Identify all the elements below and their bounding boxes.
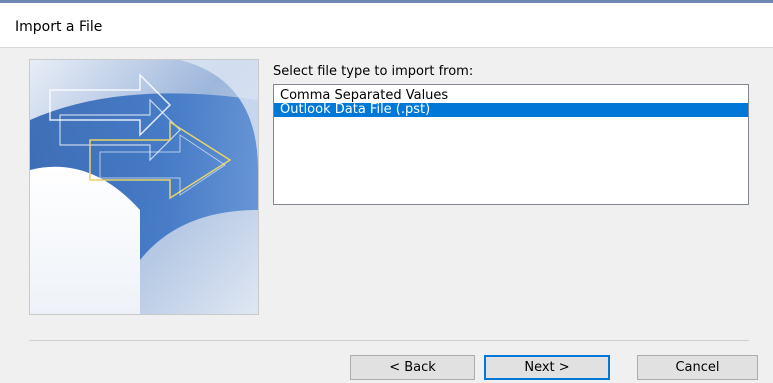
dialog-title: Import a File: [15, 19, 103, 35]
next-button[interactable]: Next >: [484, 355, 610, 380]
file-type-listbox[interactable]: Comma Separated Values Outlook Data File…: [273, 84, 749, 205]
file-type-prompt: Select file type to import from:: [273, 64, 474, 79]
wizard-arrows-icon: [30, 60, 258, 314]
list-item-csv[interactable]: Comma Separated Values: [274, 89, 748, 103]
list-item-pst[interactable]: Outlook Data File (.pst): [274, 103, 748, 117]
footer-divider: [29, 340, 749, 341]
back-button[interactable]: < Back: [350, 355, 475, 380]
dialog-header: Import a File: [0, 3, 773, 48]
wizard-illustration: [29, 59, 259, 315]
cancel-button[interactable]: Cancel: [637, 355, 758, 380]
